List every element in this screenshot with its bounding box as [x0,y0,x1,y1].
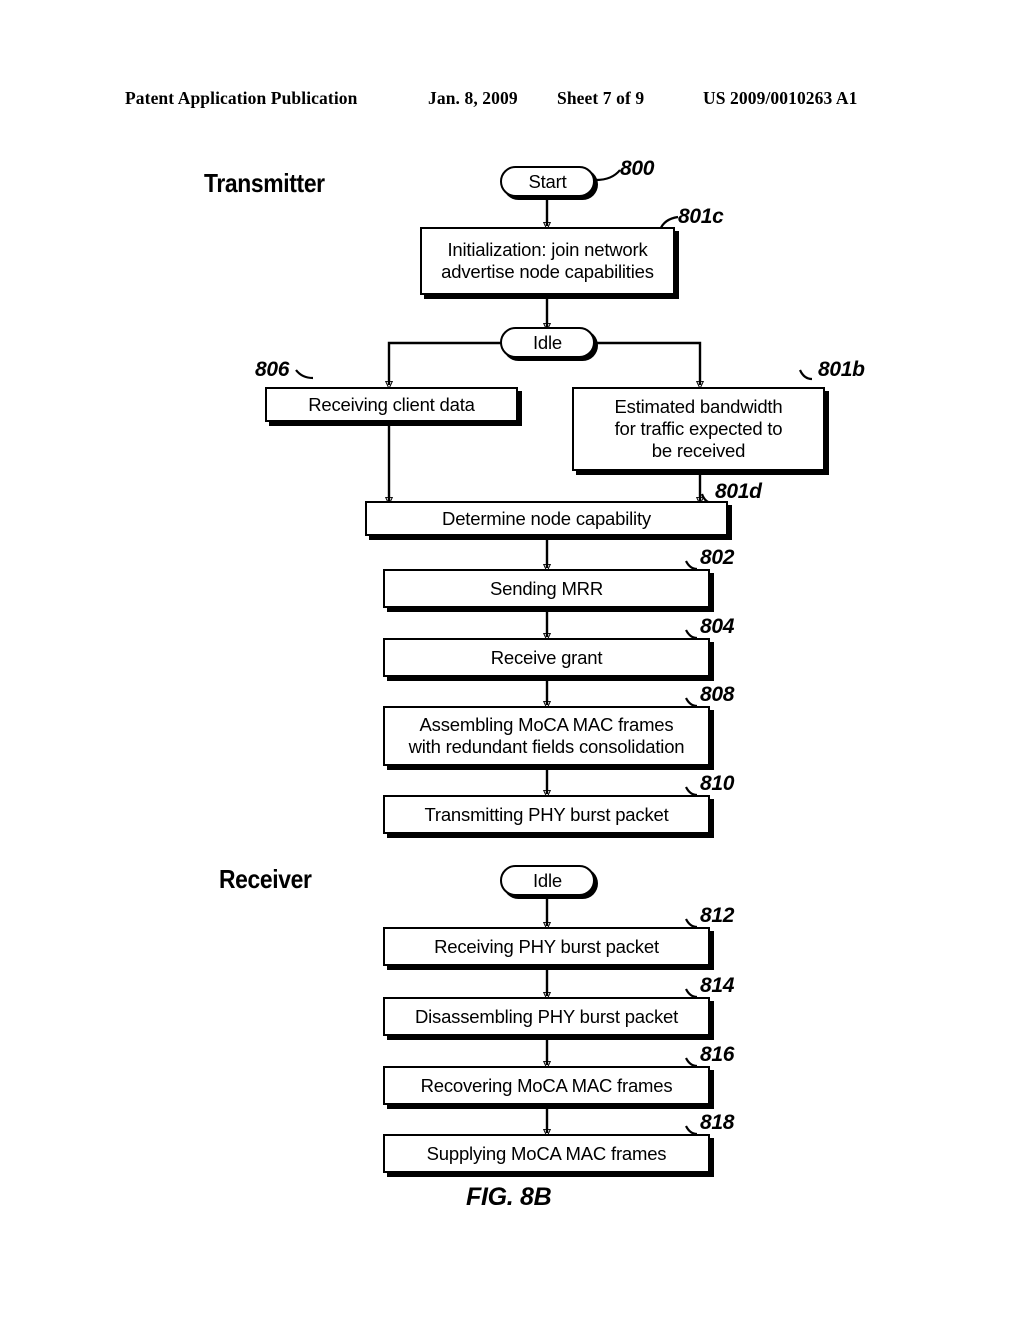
transmitter-section-title: Transmitter [204,168,325,198]
refnum-801c: 801c [678,205,724,228]
node-supplying-frames-label: Supplying MoCA MAC frames [426,1142,667,1164]
refnum-802: 802 [700,546,735,569]
node-initialization-label: Initialization: join network advertise n… [441,239,654,282]
node-start[interactable]: Start [500,166,595,197]
node-idle-transmitter-label: Idle [532,331,563,353]
node-recovering-frames[interactable]: Recovering MoCA MAC frames [383,1066,710,1105]
refnum-812: 812 [700,904,735,927]
node-disassembling-burst-label: Disassembling PHY burst packet [414,1005,679,1027]
refnum-801b: 801b [818,358,865,381]
node-receive-grant-label: Receive grant [490,646,603,668]
refnum-800: 800 [620,157,655,180]
figure-caption: FIG. 8B [466,1183,552,1211]
refnum-816: 816 [700,1043,735,1066]
node-idle-receiver-label: Idle [532,869,563,891]
node-receive-grant[interactable]: Receive grant [383,638,710,677]
node-assembling-frames-label: Assembling MoCA MAC frames with redundan… [408,714,685,757]
node-sending-mrr-label: Sending MRR [490,577,603,599]
node-sending-mrr[interactable]: Sending MRR [383,569,710,608]
refnum-810: 810 [700,772,735,795]
node-initialization[interactable]: Initialization: join network advertise n… [420,227,675,295]
refnum-818: 818 [700,1111,735,1134]
node-receiving-burst[interactable]: Receiving PHY burst packet [383,927,710,966]
node-disassembling-burst[interactable]: Disassembling PHY burst packet [383,997,710,1036]
refnum-808: 808 [700,683,735,706]
node-determine-node-capability[interactable]: Determine node capability [365,501,728,536]
refnum-814: 814 [700,974,735,997]
refnum-804: 804 [700,615,735,638]
node-estimated-bandwidth-label: Estimated bandwidth for traffic expected… [614,396,783,461]
figure-8b: Transmitter Receiver Start Idle Idle Ini… [0,0,1024,1320]
node-receiving-client-data-label: Receiving client data [308,393,475,415]
node-idle-receiver[interactable]: Idle [500,865,595,896]
node-transmitting-burst-label: Transmitting PHY burst packet [424,803,669,825]
refnum-806: 806 [255,358,290,381]
refnum-801d: 801d [715,480,762,503]
node-determine-node-capability-label: Determine node capability [442,507,651,529]
node-receiving-client-data[interactable]: Receiving client data [265,387,518,422]
receiver-section-title: Receiver [219,864,312,894]
node-receiving-burst-label: Receiving PHY burst packet [434,935,659,957]
node-assembling-frames[interactable]: Assembling MoCA MAC frames with redundan… [383,706,710,766]
node-idle-transmitter[interactable]: Idle [500,327,595,358]
node-start-label: Start [528,170,567,192]
node-estimated-bandwidth[interactable]: Estimated bandwidth for traffic expected… [572,387,825,471]
node-transmitting-burst[interactable]: Transmitting PHY burst packet [383,795,710,834]
node-recovering-frames-label: Recovering MoCA MAC frames [420,1074,673,1096]
node-supplying-frames[interactable]: Supplying MoCA MAC frames [383,1134,710,1173]
